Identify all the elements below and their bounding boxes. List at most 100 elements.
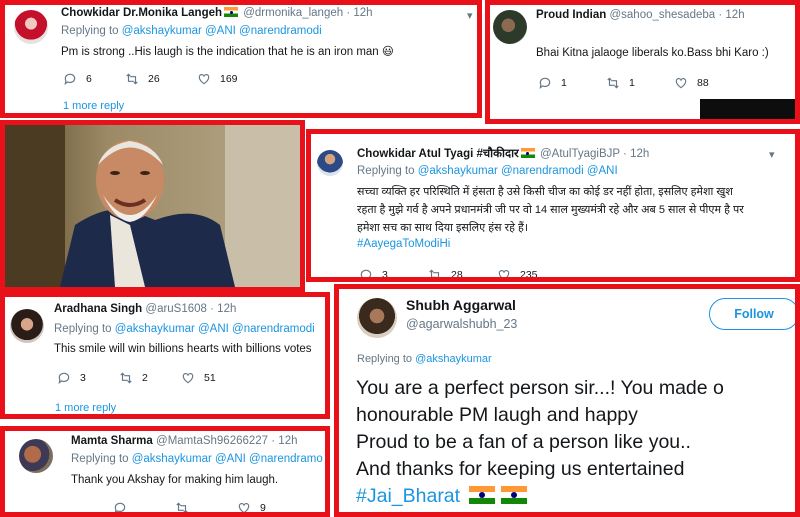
replying-to: Replying to @akshaykumar: [357, 353, 492, 365]
avatar[interactable]: [493, 10, 527, 44]
like-count: 169: [220, 73, 238, 85]
dark-video-strip: [700, 99, 795, 119]
like-count: 51: [204, 372, 216, 384]
tweet-actions: 6 26 169: [63, 72, 259, 86]
retweet-icon: [429, 269, 440, 277]
india-flag-icon: [500, 486, 527, 504]
tweet-actions: 1 1 88: [538, 76, 736, 90]
retweet-button[interactable]: 1: [606, 76, 674, 90]
tweet-card-shubh-aggarwal: Shubh Aggarwal @agarwalshubh_23 Follow R…: [334, 284, 800, 517]
reply-count: 1: [561, 77, 567, 89]
tweet-header: Aradhana Singh @aruS1608 · 12h: [54, 303, 236, 315]
user-name[interactable]: Chowkidar Atul Tyagi #चौकीदार: [357, 148, 519, 160]
chevron-down-icon[interactable]: ▾: [769, 148, 775, 161]
tweet-actions: 3 28 235: [359, 268, 559, 281]
mention-links[interactable]: @akshaykumar @ANI @narendramodi: [115, 323, 315, 335]
more-replies-link[interactable]: 1 more reply: [55, 402, 116, 414]
tweet-text: Bhai Kitna jalaoge liberals ko.Bass bhi …: [536, 47, 769, 59]
mention-links[interactable]: @akshaykumar: [415, 353, 492, 365]
retweet-count: 2: [142, 372, 148, 384]
mention-links[interactable]: @akshaykumar @ANI @narendramodi: [122, 25, 322, 37]
tweet-actions: 9: [113, 501, 299, 514]
reply-icon: [539, 77, 551, 90]
tweet-header: Chowkidar Atul Tyagi #चौकीदार @AtulTyagi…: [357, 146, 649, 161]
timestamp[interactable]: · 12h: [210, 303, 236, 315]
like-button[interactable]: 88: [674, 76, 736, 90]
tweet-header: Shubh Aggarwal: [406, 297, 516, 313]
avatar[interactable]: [14, 10, 48, 44]
tweet-text: This smile will win billions hearts with…: [54, 343, 312, 355]
tweet-text-line-1: You are a perfect person sir...! You mad…: [356, 377, 724, 399]
india-flag-icon: [224, 7, 239, 17]
tweet-text-line-3: Proud to be a fan of a person like you..: [356, 431, 691, 453]
tweet-text-line-2: honourable PM laugh and happy: [356, 404, 638, 426]
like-count: 235: [520, 269, 538, 281]
avatar[interactable]: [19, 439, 53, 473]
replying-to: Replying to @akshaykumar @narendramodi @…: [357, 165, 618, 177]
like-count: 88: [697, 77, 709, 89]
mention-links[interactable]: @akshaykumar @narendramodi @ANI: [418, 165, 618, 177]
tweet-text: Pm is strong ..His laugh is the indicati…: [61, 46, 394, 58]
reply-button[interactable]: 3: [359, 268, 428, 281]
tweet-card-atul-tyagi: Chowkidar Atul Tyagi #चौकीदार @AtulTyagi…: [306, 129, 800, 282]
user-handle[interactable]: @sahoo_shesadeba: [609, 9, 715, 21]
reply-count: 6: [86, 73, 92, 85]
avatar[interactable]: [357, 298, 397, 338]
hashtag-line: #Jai_Bharat: [356, 485, 530, 508]
india-flag-icon: [520, 148, 535, 158]
reply-button[interactable]: 1: [538, 76, 606, 90]
timestamp[interactable]: · 12h: [718, 9, 744, 21]
avatar[interactable]: [10, 309, 44, 343]
retweet-button[interactable]: 2: [119, 371, 181, 385]
tweet-card-monika: Chowkidar Dr.Monika Langeh @drmonika_lan…: [0, 0, 482, 118]
reply-icon: [114, 502, 126, 512]
timestamp[interactable]: · 12h: [271, 435, 297, 447]
mention-links[interactable]: @akshaykumar @ANI @narendramo: [132, 453, 323, 465]
user-name[interactable]: Proud Indian: [536, 9, 606, 21]
reply-button[interactable]: [113, 501, 175, 512]
reply-button[interactable]: 3: [57, 371, 119, 385]
like-button[interactable]: 9: [237, 501, 299, 514]
timestamp[interactable]: · 12h: [623, 148, 649, 160]
user-name[interactable]: Aradhana Singh: [54, 303, 142, 315]
chevron-down-icon[interactable]: ▾: [467, 9, 473, 22]
follow-button[interactable]: Follow: [709, 298, 795, 330]
hashtag-link[interactable]: #AayegaToModiHi: [357, 238, 450, 250]
reply-icon: [58, 372, 70, 385]
tweet-text-line-3: हमेशा सच का साथ दिया इसलिए हंस रहे हैं।: [357, 222, 529, 234]
more-replies-link[interactable]: 1 more reply: [63, 100, 124, 112]
retweet-button[interactable]: [175, 501, 237, 512]
retweet-count: 1: [629, 77, 635, 89]
timestamp[interactable]: · 12h: [346, 7, 372, 19]
replying-to: Replying to @akshaykumar @ANI @narendram…: [71, 453, 323, 465]
user-name[interactable]: Shubh Aggarwal: [406, 297, 516, 313]
like-button[interactable]: 51: [181, 371, 243, 385]
user-handle[interactable]: @MamtaSh96266227: [156, 435, 268, 447]
avatar[interactable]: [317, 150, 343, 176]
tweet-text-line-4: And thanks for keeping us entertained: [356, 458, 685, 480]
retweet-count: 26: [148, 73, 160, 85]
modi-laughing-photo: [0, 120, 305, 292]
like-button[interactable]: 235: [497, 268, 559, 281]
user-handle[interactable]: @aruS1608: [145, 303, 207, 315]
tweet-card-mamta-sharma: Mamta Sharma @MamtaSh96266227 · 12h Repl…: [0, 426, 330, 517]
retweet-count: 28: [451, 269, 463, 281]
like-button[interactable]: 169: [197, 72, 259, 86]
user-handle[interactable]: @AtulTyagiBJP: [540, 148, 620, 160]
retweet-icon: [176, 502, 188, 512]
reply-count: 3: [80, 372, 86, 384]
reply-count: 3: [382, 269, 388, 281]
user-name[interactable]: Mamta Sharma: [71, 435, 153, 447]
hashtag-link[interactable]: #Jai_Bharat: [356, 485, 460, 507]
user-handle[interactable]: @agarwalshubh_23: [406, 317, 517, 331]
user-handle[interactable]: @drmonika_langeh: [243, 7, 343, 19]
heart-icon: [198, 74, 210, 85]
retweet-button[interactable]: 26: [125, 72, 197, 86]
like-count: 9: [260, 502, 266, 514]
india-flag-icon: [468, 486, 495, 504]
retweet-button[interactable]: 28: [428, 268, 497, 281]
follow-label: Follow: [734, 307, 774, 321]
tweet-header: Mamta Sharma @MamtaSh96266227 · 12h: [71, 435, 298, 447]
reply-button[interactable]: 6: [63, 72, 125, 86]
user-name[interactable]: Chowkidar Dr.Monika Langeh: [61, 7, 222, 19]
